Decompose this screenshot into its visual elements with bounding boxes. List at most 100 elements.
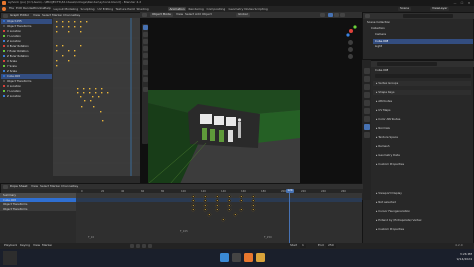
graph-channel-row[interactable]: Z Euler Rotation [1, 54, 52, 59]
properties-panel[interactable]: ▸ Color Attributes [373, 117, 471, 122]
graph-channel-row[interactable]: Object Transforms [1, 24, 52, 29]
properties-panel[interactable]: ▸ Shape Keys [373, 90, 471, 95]
properties-panel[interactable]: ▸ Not selected [373, 200, 471, 205]
graph-channel-row[interactable]: Y Euler Rotation [1, 49, 52, 54]
modifier-tab-icon[interactable] [363, 116, 370, 122]
marker-menu[interactable]: Marker [42, 244, 52, 248]
start-frame-field[interactable]: 1 [300, 244, 306, 248]
3d-viewport[interactable]: Object Mode View Select Add Object Globa… [140, 12, 362, 183]
keyframe-diamond[interactable] [215, 202, 220, 207]
render-tab-icon[interactable] [363, 76, 370, 82]
graph-channel-row[interactable]: Object Transforms [1, 79, 52, 84]
minimize-button[interactable]: — [452, 1, 458, 5]
workspace-tab-modeling[interactable]: Modeling [63, 7, 80, 11]
keyframe-diamond[interactable] [215, 207, 220, 212]
properties-panel[interactable]: ▸ Vertex Groups [373, 81, 471, 86]
output-tab-icon[interactable] [363, 84, 370, 90]
viewport-menu-object[interactable]: Object [202, 13, 212, 17]
maximize-button[interactable]: ☐ [459, 1, 465, 5]
workspace-tab-scripting[interactable]: Scripting [253, 7, 269, 11]
properties-panel[interactable]: ▸ Viewport Display [373, 191, 471, 196]
properties-panel[interactable]: ▸ Remesh [373, 144, 471, 149]
graph-channel-row[interactable]: Cube.008 [1, 74, 52, 79]
play-icon[interactable] [142, 244, 146, 248]
marker-label[interactable]: F_10 [88, 236, 94, 239]
blender-taskbar-icon[interactable] [244, 253, 253, 262]
dope-sheet-mode[interactable]: Dope Sheet [10, 185, 28, 189]
outliner-item[interactable]: Scene Collection [367, 21, 390, 24]
editor-type-icon[interactable] [3, 184, 8, 189]
keyframe-diamond[interactable] [221, 217, 226, 222]
thumbnail-preview[interactable] [3, 251, 17, 265]
material-shading-icon[interactable] [334, 13, 339, 17]
transform-orientation-dropdown[interactable]: Global [236, 13, 250, 17]
keyframe-diamond[interactable] [233, 212, 238, 217]
dope-menu-marker[interactable]: Marker [50, 185, 60, 189]
navigation-gizmo[interactable] [344, 24, 358, 38]
properties-panel[interactable]: ▸ Geometry Data [373, 153, 471, 158]
menu-file[interactable]: File [9, 7, 14, 11]
folder-icon[interactable] [256, 253, 265, 262]
playback-menu[interactable]: Playback [4, 244, 17, 248]
graph-channel-row[interactable]: X Scale [1, 59, 52, 64]
properties-panel[interactable]: ▸ Normals [373, 126, 471, 131]
workspace-tab-uv-editing[interactable]: UV Editing [96, 7, 115, 11]
editor-type-icon[interactable] [365, 14, 370, 18]
overlay-icon[interactable] [320, 13, 325, 17]
outliner-item[interactable]: Camera [375, 33, 386, 36]
viewport-menu-add[interactable]: Add [195, 13, 201, 17]
keyframe-diamond[interactable] [251, 202, 256, 207]
zoom-icon[interactable] [348, 40, 353, 45]
editor-type-icon[interactable] [142, 13, 147, 17]
keying-menu[interactable]: Keying [20, 244, 30, 248]
camera-view-icon[interactable] [348, 54, 353, 59]
scene-tab-icon[interactable] [363, 92, 370, 98]
properties-panel[interactable]: ▸ Custom Properties [373, 162, 471, 167]
properties-panel[interactable]: ▸ Extend by (Extrapolate) Vertex [373, 218, 471, 223]
blender-menu-icon[interactable] [2, 7, 6, 11]
marker-label[interactable]: F_105 [180, 230, 188, 233]
play-reverse-icon[interactable] [136, 244, 140, 248]
outliner-item[interactable]: Collection [371, 27, 385, 30]
workspace-tab-texture-paint[interactable]: Texture Paint [114, 7, 136, 11]
properties-panel[interactable]: ▸ Custom Properties [373, 227, 471, 232]
keyframe-diamond[interactable] [203, 207, 208, 212]
workspace-tab-compositing[interactable]: Compositing [205, 7, 227, 11]
properties-search-input[interactable] [377, 62, 437, 66]
keyframe-diamond[interactable] [191, 202, 196, 207]
tool-tab-icon[interactable] [363, 68, 370, 74]
workspace-tab-geometry-nodes[interactable]: Geometry Nodes [227, 7, 255, 11]
object-mode-dropdown[interactable]: Object Mode [150, 13, 173, 17]
view-layer-selector[interactable]: ViewLayer [430, 7, 450, 11]
mesh-data-tab-icon[interactable] [363, 124, 370, 130]
properties-panel[interactable]: ▸ Attributes [373, 99, 471, 104]
graph-channel-row[interactable]: Y Location [1, 34, 52, 39]
keyframe-diamond[interactable] [227, 202, 232, 207]
graph-channel-row[interactable]: X Location [1, 29, 52, 34]
workspace-tab-rendering[interactable]: Rendering [187, 7, 205, 11]
view-menu[interactable]: View [33, 244, 40, 248]
workspace-tab-sculpting[interactable]: Sculpting [79, 7, 96, 11]
properties-panel[interactable]: ▸ UV Maps [373, 108, 471, 113]
graph-channel-row[interactable]: X Location [1, 84, 52, 89]
properties-panel[interactable]: ▸ Texture Space [373, 135, 471, 140]
jump-start-icon[interactable] [130, 244, 134, 248]
keyframe-diamond[interactable] [207, 212, 212, 217]
solid-shading-icon[interactable] [328, 13, 333, 17]
outliner-item[interactable]: Cube.008 [375, 40, 388, 43]
keyframe-diamond[interactable] [191, 207, 196, 212]
graph-channel-row[interactable]: Z Location [1, 39, 52, 44]
graph-channel-row[interactable]: Object.055 [1, 19, 52, 24]
viewport-menu-select[interactable]: Select [185, 13, 194, 17]
object-tab-icon[interactable] [363, 108, 370, 114]
close-button[interactable]: ✕ [466, 1, 472, 5]
dope-menu-view[interactable]: View [31, 185, 38, 189]
jump-end-icon[interactable] [148, 244, 152, 248]
keyframe-diamond[interactable] [239, 207, 244, 212]
material-tab-icon[interactable] [363, 132, 370, 138]
graph-channel-row[interactable]: Z Scale [1, 69, 52, 74]
marker-label[interactable]: F_250 [264, 236, 272, 239]
menu-help[interactable]: Help [44, 7, 51, 11]
search-icon[interactable] [232, 253, 241, 262]
dope-playhead[interactable] [289, 193, 290, 243]
